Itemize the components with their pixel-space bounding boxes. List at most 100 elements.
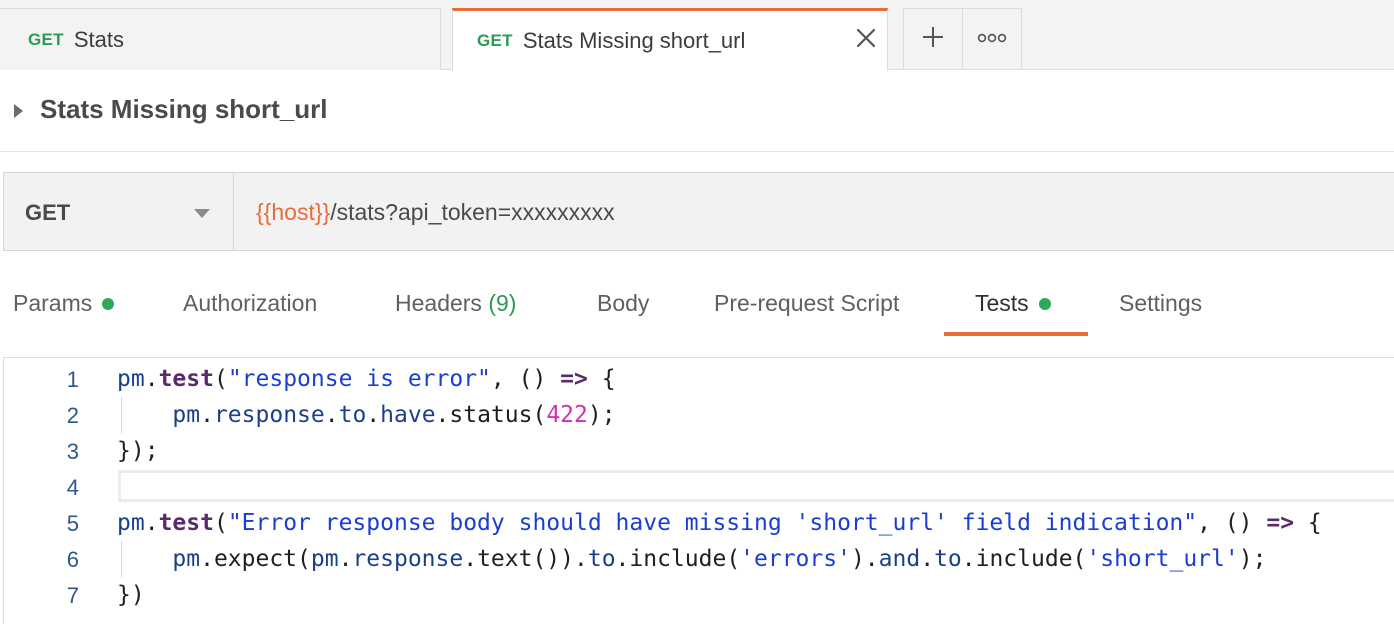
line-number: 3 bbox=[66, 439, 79, 464]
request-title-row: Stats Missing short_url bbox=[0, 70, 1394, 152]
code-token: .include( bbox=[615, 546, 741, 572]
code-token: and bbox=[878, 546, 921, 572]
tab-label: Params bbox=[13, 290, 93, 316]
code-token: }) bbox=[117, 582, 145, 608]
close-icon[interactable] bbox=[855, 27, 877, 49]
code-text: pm.response.to.have.status(422); bbox=[117, 402, 616, 428]
code-token: .status( bbox=[435, 402, 547, 428]
line-number: 5 bbox=[66, 511, 79, 536]
code-text: pm.expect(pm.response.text()).to.include… bbox=[117, 546, 1266, 572]
more-icon bbox=[977, 30, 1007, 48]
code-text: }); bbox=[117, 438, 159, 464]
new-tab-button[interactable] bbox=[903, 8, 963, 69]
request-tab-strip: GET Stats GET Stats Missing short_url bbox=[0, 0, 1394, 71]
code-token: ); bbox=[587, 402, 616, 428]
method-select[interactable]: GET bbox=[4, 173, 234, 250]
tab-title: Stats bbox=[73, 26, 124, 52]
code-token: 'short_url' bbox=[1086, 546, 1239, 572]
code-token: . bbox=[144, 510, 159, 536]
code-token: . bbox=[366, 402, 381, 428]
code-token: to bbox=[587, 546, 616, 572]
code-token: . bbox=[920, 546, 935, 572]
tab-tests[interactable]: Tests bbox=[975, 290, 1051, 317]
code-token: => bbox=[560, 366, 588, 392]
code-token: "Error response body should have missing… bbox=[227, 510, 1198, 536]
url-host-variable: {{host}} bbox=[256, 199, 331, 225]
tab-label: Authorization bbox=[183, 290, 318, 316]
code-token: .expect( bbox=[200, 546, 311, 572]
plus-icon bbox=[921, 25, 945, 54]
code-token: pm bbox=[117, 546, 201, 572]
tab-method-badge: GET bbox=[477, 31, 513, 50]
code-token: { bbox=[1294, 510, 1322, 536]
line-number: 1 bbox=[66, 367, 79, 392]
tab-label: Headers bbox=[395, 290, 482, 316]
url-bar: GET {{host}}/stats?api_token=xxxxxxxxx bbox=[3, 172, 1394, 251]
tab-label: Settings bbox=[1119, 290, 1203, 316]
code-token: ( bbox=[213, 366, 228, 392]
code-line[interactable]: 5 pm.test("Error response body should hav… bbox=[4, 505, 1394, 541]
url-input[interactable]: {{host}}/stats?api_token=xxxxxxxxx bbox=[256, 199, 615, 226]
tab-authorization[interactable]: Authorization bbox=[183, 290, 317, 317]
request-title[interactable]: Stats Missing short_url bbox=[40, 94, 328, 125]
code-token: { bbox=[587, 366, 616, 392]
code-token: . bbox=[200, 402, 214, 428]
method-value: GET bbox=[25, 200, 71, 225]
code-token: , () bbox=[490, 366, 561, 392]
tests-code-editor[interactable]: 1 pm.test("response is error", () => {2 p… bbox=[3, 357, 1394, 624]
code-token: .include( bbox=[961, 546, 1087, 572]
tab-pre-request-script[interactable]: Pre-request Script bbox=[714, 290, 899, 317]
code-token: , () bbox=[1197, 510, 1267, 536]
code-token: => bbox=[1266, 510, 1295, 536]
code-token: "response is error" bbox=[227, 366, 491, 392]
code-token: to bbox=[338, 402, 367, 428]
code-token: response bbox=[213, 402, 325, 428]
headers-count: (9) bbox=[488, 290, 517, 316]
code-token: . bbox=[144, 366, 159, 392]
code-line[interactable]: 2 pm.response.to.have.status(422); bbox=[4, 397, 1394, 433]
tab-stats[interactable]: GET Stats bbox=[0, 8, 441, 70]
code-token: pm bbox=[117, 402, 201, 428]
code-token: 422 bbox=[546, 402, 588, 428]
code-token: pm bbox=[117, 510, 145, 536]
code-text: pm.test("Error response body should have… bbox=[117, 510, 1322, 536]
tab-label: Body bbox=[597, 290, 650, 316]
code-token: ); bbox=[1238, 546, 1267, 572]
code-token: response bbox=[352, 546, 464, 572]
code-token: 'errors' bbox=[740, 546, 851, 572]
tab-label: Pre-request Script bbox=[714, 290, 900, 316]
code-token: pm bbox=[117, 366, 145, 392]
code-token: test bbox=[158, 510, 214, 536]
code-token: ( bbox=[213, 510, 228, 536]
active-tab-indicator bbox=[944, 332, 1088, 336]
tab-headers[interactable]: Headers (9) bbox=[395, 290, 516, 317]
expand-caret-icon[interactable] bbox=[14, 104, 23, 118]
code-token: test bbox=[158, 366, 214, 392]
tab-params[interactable]: Params bbox=[13, 290, 115, 317]
code-line[interactable]: 7}) bbox=[4, 577, 1394, 613]
code-line[interactable]: 1 pm.test("response is error", () => { bbox=[4, 361, 1394, 397]
more-tabs-button[interactable] bbox=[962, 8, 1022, 69]
tab-stats-missing-short-url[interactable]: GET Stats Missing short_url bbox=[452, 8, 888, 71]
line-number: 7 bbox=[66, 583, 79, 608]
code-token: . bbox=[324, 402, 339, 428]
code-line[interactable]: 3}); bbox=[4, 433, 1394, 469]
code-token: . bbox=[338, 546, 353, 572]
tab-body[interactable]: Body bbox=[597, 290, 649, 317]
line-number: 6 bbox=[66, 547, 79, 572]
status-dot bbox=[102, 297, 115, 310]
code-token: to bbox=[934, 546, 962, 572]
line-number: 4 bbox=[66, 475, 79, 500]
tab-settings[interactable]: Settings bbox=[1119, 290, 1202, 317]
code-token: }); bbox=[117, 438, 159, 464]
tab-title: Stats Missing short_url bbox=[522, 28, 746, 53]
code-line[interactable]: 6 pm.expect(pm.response.text()).to.inclu… bbox=[4, 541, 1394, 577]
code-token: pm bbox=[310, 546, 339, 572]
code-text: }) bbox=[117, 582, 145, 608]
code-token: ). bbox=[850, 546, 879, 572]
tab-method-badge: GET bbox=[28, 29, 64, 49]
code-text: pm.test("response is error", () => { bbox=[117, 366, 616, 392]
status-dot bbox=[1038, 297, 1051, 310]
code-line[interactable]: 4 bbox=[4, 469, 1394, 505]
code-token: have bbox=[380, 402, 436, 428]
